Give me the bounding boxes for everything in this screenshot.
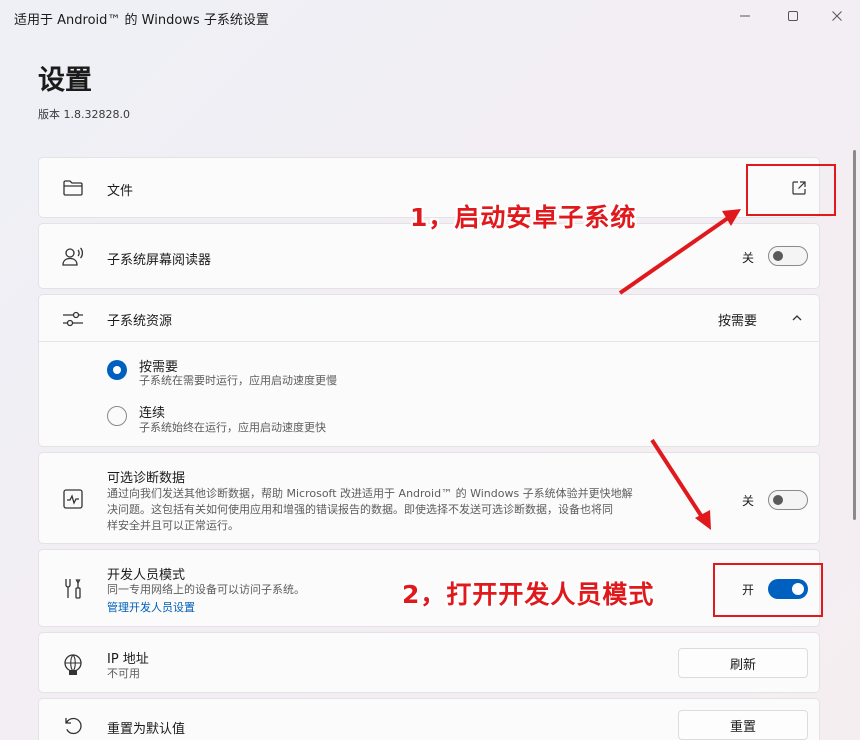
voice-person-icon — [62, 247, 84, 266]
files-label: 文件 — [107, 184, 134, 199]
option-continuous-desc: 子系统始终在运行，应用启动速度更快 — [139, 421, 326, 434]
maximize-button[interactable] — [770, 0, 816, 32]
maximize-icon — [788, 11, 798, 21]
diagnostics-label: 可选诊断数据 — [107, 471, 186, 486]
ip-value: 不可用 — [107, 667, 140, 680]
annotation-step2: 2，打开开发人员模式 — [402, 580, 655, 609]
resources-card: 子系统资源 按需要 按需要 子系统在需要时运行，应用启动速度更慢 连续 子系统始… — [38, 294, 820, 447]
scrollbar[interactable] — [853, 150, 856, 520]
reset-label: 重置为默认值 — [107, 722, 186, 737]
chevron-up-icon[interactable] — [791, 313, 803, 323]
divider — [39, 341, 819, 342]
resources-header[interactable]: 子系统资源 按需要 — [39, 295, 819, 341]
refresh-button[interactable]: 刷新 — [678, 648, 808, 678]
diagnostics-desc-1: 通过向我们发送其他诊断数据，帮助 Microsoft 改进适用于 Android… — [107, 487, 633, 500]
developer-desc: 同一专用网络上的设备可以访问子系统。 — [107, 583, 305, 596]
diagnostics-state: 关 — [742, 494, 755, 508]
page-title: 设置 — [38, 65, 92, 96]
resources-selected-value: 按需要 — [718, 314, 758, 329]
developer-label: 开发人员模式 — [107, 568, 186, 583]
close-icon — [832, 11, 842, 21]
network-globe-icon — [64, 654, 82, 675]
title-bar: 适用于 Android™ 的 Windows 子系统设置 — [0, 0, 860, 34]
diagnostics-toggle[interactable] — [768, 490, 808, 510]
tools-icon — [65, 579, 81, 599]
radio-continuous[interactable] — [107, 406, 127, 426]
screen-reader-label: 子系统屏幕阅读器 — [107, 253, 212, 268]
minimize-button[interactable] — [722, 0, 768, 32]
annotation-step1: 1，启动安卓子系统 — [410, 203, 637, 232]
option-continuous-title: 连续 — [139, 406, 166, 421]
ip-label: IP 地址 — [107, 652, 149, 667]
minimize-icon — [740, 15, 750, 17]
close-button[interactable] — [814, 0, 860, 32]
window-title: 适用于 Android™ 的 Windows 子系统设置 — [14, 13, 269, 28]
option-on-demand-desc: 子系统在需要时运行，应用启动速度更慢 — [139, 374, 337, 387]
manage-developer-settings-link[interactable]: 管理开发人员设置 — [107, 599, 195, 615]
version-text: 版本 1.8.32828.0 — [38, 108, 130, 121]
ip-card: IP 地址 不可用 刷新 — [38, 632, 820, 693]
screen-reader-state: 关 — [742, 251, 755, 265]
screen-reader-toggle[interactable] — [768, 246, 808, 266]
diagnostics-desc-3: 样安全并且可以正常运行。 — [107, 519, 239, 532]
radio-on-demand[interactable] — [107, 360, 127, 380]
annotation-box-files — [746, 164, 836, 216]
reset-card: 重置为默认值 重置 — [38, 698, 820, 740]
diagnostics-card: 可选诊断数据 通过向我们发送其他诊断数据，帮助 Microsoft 改进适用于 … — [38, 452, 820, 544]
pulse-icon — [63, 489, 83, 509]
sliders-icon — [63, 311, 83, 327]
reset-button[interactable]: 重置 — [678, 710, 808, 740]
folder-icon — [63, 180, 83, 196]
reset-arrow-icon — [65, 717, 82, 735]
resources-label: 子系统资源 — [107, 314, 173, 329]
annotation-box-developer — [713, 563, 823, 617]
diagnostics-desc-2: 决问题。这包括有关如何使用应用和增强的错误报告的数据。即使选择不发送可选诊断数据… — [107, 503, 613, 516]
